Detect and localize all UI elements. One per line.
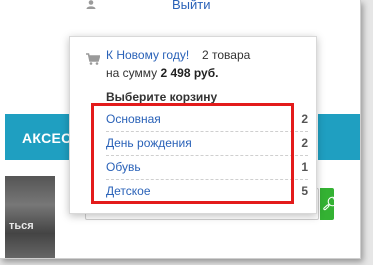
user-icon: [86, 0, 96, 9]
cart-total-value: 2 498 руб.: [160, 66, 219, 80]
promo-banner-text: ться: [9, 220, 34, 232]
cart-item-count: 2: [301, 136, 308, 150]
promo-banner[interactable]: ться: [5, 176, 55, 258]
cart-total: на сумму 2 498 руб.: [106, 66, 218, 80]
logout-link[interactable]: Выйти: [172, 0, 211, 12]
highlight-box: [91, 103, 294, 204]
category-tab-label: АКСЕС: [22, 130, 72, 146]
current-cart-link[interactable]: К Новому году!: [106, 48, 189, 62]
cart-total-label: на сумму: [106, 66, 158, 80]
cart-icon: [86, 53, 100, 65]
choose-cart-title: Выберите корзину: [106, 90, 218, 104]
search-icon: 🔎︎: [322, 196, 339, 211]
cart-item-count: 2: [301, 112, 308, 126]
category-tab-right[interactable]: [318, 114, 360, 160]
page: Выйти АКСЕС ться 🔎︎ К Новому году! 2 тов…: [0, 0, 361, 259]
cart-item-count: 5: [301, 184, 308, 198]
current-cart-count: 2 товара: [202, 48, 251, 62]
category-tab[interactable]: АКСЕС: [5, 114, 75, 160]
cart-item-count: 1: [301, 160, 308, 174]
search-button[interactable]: 🔎︎: [320, 188, 339, 220]
